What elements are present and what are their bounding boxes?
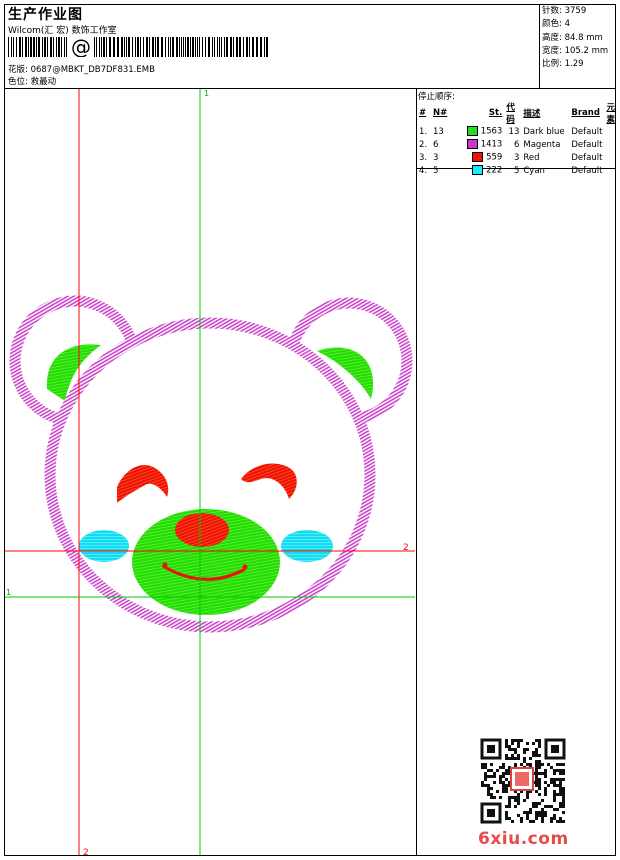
row-desc: Magenta [523, 139, 561, 150]
row-brand: Default [571, 165, 603, 176]
row-brand: Default [571, 139, 603, 150]
guide-label-red-right: 2 [403, 543, 409, 553]
guide-label-red-bottom: 2 [83, 848, 89, 855]
row-color-swatch: 1413 [465, 138, 504, 151]
col-needle: N# [433, 108, 448, 118]
row-needle: 13 [433, 126, 444, 137]
table-header: # N# St. 代码 描述 Brand 元素 [417, 101, 620, 125]
smile-right-dot [242, 564, 248, 570]
col-element: 元素 [606, 103, 615, 125]
guide-label-green-top: 1 [204, 89, 209, 98]
stat-height: 高度: 84.8 mm [542, 32, 603, 43]
row-element [604, 138, 620, 151]
color-swatch-icon [472, 152, 484, 163]
col-brand: Brand [571, 108, 600, 118]
color-position: 色位: 救最动 [8, 77, 57, 87]
row-color-swatch: 559 [465, 151, 504, 164]
stats-divider [539, 4, 540, 88]
guide-label-green-left: 1 [6, 588, 11, 597]
file-name: 花版: 0687@MBKT_DB7DF831.EMB [8, 65, 155, 75]
bear-design [9, 295, 413, 633]
row-desc: Red [523, 152, 540, 163]
row-element [604, 151, 620, 164]
stop-sequence-table: # N# St. 代码 描述 Brand 元素 1. 13 1563 13 Dark … [417, 101, 620, 177]
row-code: 6 [513, 139, 520, 150]
color-swatch-icon [467, 139, 478, 150]
row-needle: 3 [433, 152, 439, 163]
col-desc: 描述 [523, 109, 541, 119]
row-brand: Default [571, 152, 603, 163]
row-element [604, 125, 620, 138]
nose [175, 513, 229, 547]
row-color-swatch: 222 [465, 164, 504, 177]
row-color-swatch: 1563 [465, 125, 504, 138]
row-index: 1. [419, 126, 428, 137]
table-row: 2. 6 1413 6 Magenta Default [417, 138, 620, 151]
stat-stitches: 针数: 3759 [542, 6, 587, 16]
stat-scale: 比例: 1.29 [542, 59, 584, 70]
sidebar-divider [416, 88, 417, 856]
row-desc: Cyan [523, 165, 545, 176]
row-code: 13 [508, 126, 520, 137]
row-code: 3 [513, 152, 520, 163]
col-index: # [419, 108, 427, 118]
smile-left-dot [162, 562, 168, 568]
right-cheek [281, 530, 333, 562]
table-row: 4. 5 222 5 Cyan Default [417, 164, 620, 177]
stat-width: 宽度: 105.2 mm [542, 45, 609, 56]
left-cheek [79, 530, 129, 562]
row-index: 3. [419, 152, 428, 163]
studio-name: Wilcom(汇 宏) 数饰工作室 [8, 26, 117, 36]
table-row: 3. 3 559 3 Red Default [417, 151, 620, 164]
row-index: 4. [419, 165, 428, 176]
col-stitches: St. [488, 108, 503, 118]
barcode: @ [8, 37, 268, 57]
color-swatch-icon [467, 126, 478, 137]
row-index: 2. [419, 139, 428, 150]
row-desc: Dark blue [523, 126, 565, 137]
page-title: 生产作业图 [8, 7, 83, 23]
row-brand: Default [571, 126, 603, 137]
row-needle: 5 [433, 165, 439, 176]
row-code: 5 [513, 165, 520, 176]
color-swatch-icon [472, 165, 484, 176]
row-needle: 6 [433, 139, 439, 150]
site-watermark: 6xiu.com [478, 829, 569, 849]
stat-colors: 颜色: 4 [542, 19, 571, 30]
col-code: 代码 [506, 103, 515, 125]
table-row: 1. 13 1563 13 Dark blue Default [417, 125, 620, 138]
barcode-symbol: @ [71, 37, 91, 57]
qr-code [480, 738, 566, 824]
stats-panel: 针数: 3759 颜色: 4 高度: 84.8 mm 宽度: 105.2 mm … [542, 5, 608, 71]
design-canvas: 1 1 2 2 [5, 89, 415, 855]
row-element [604, 164, 620, 177]
